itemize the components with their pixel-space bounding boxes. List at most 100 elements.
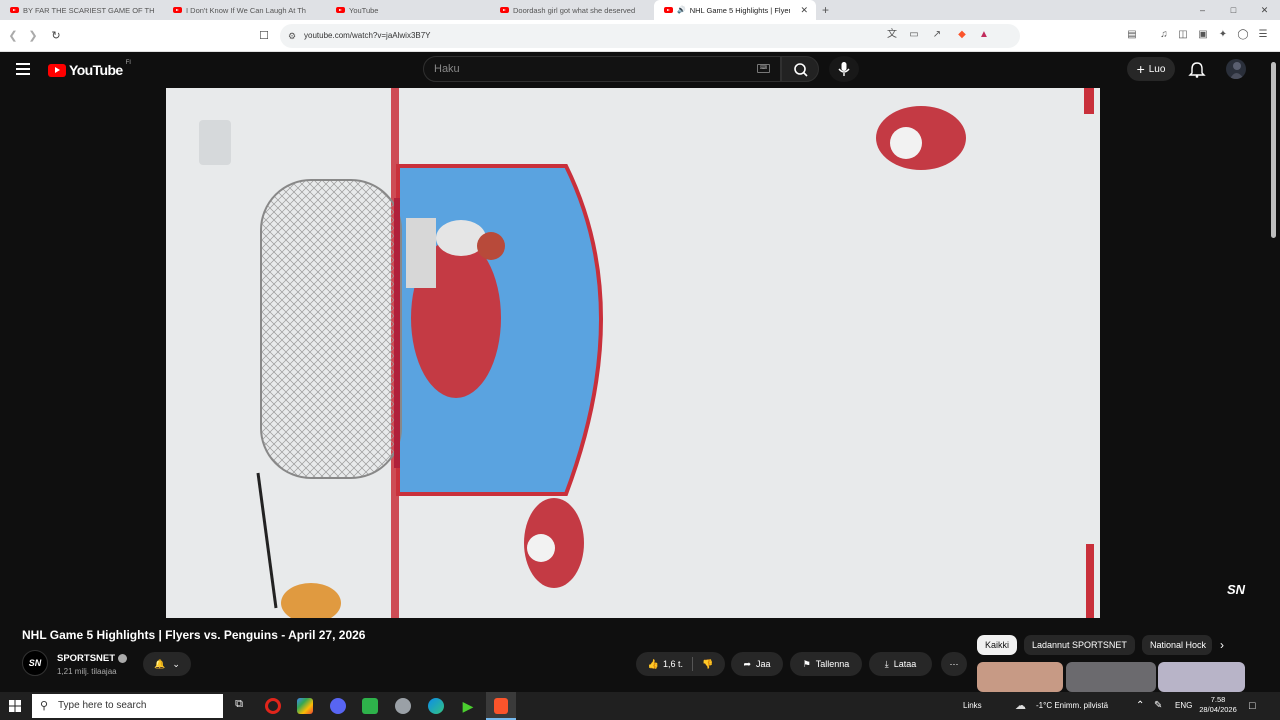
browser-tab[interactable]: I Don't Know If We Can Laugh At Th xyxy=(163,0,326,20)
notifications-bell-icon[interactable] xyxy=(1188,60,1206,78)
new-tab-button[interactable]: + xyxy=(822,3,829,17)
tab-label: NHL Game 5 Highlights | Flyers xyxy=(689,5,791,15)
youtube-favicon-icon xyxy=(500,7,509,13)
subscriber-count: 1,21 milj. tilaajaa xyxy=(57,667,117,676)
channel-avatar[interactable]: SN xyxy=(22,650,48,676)
microphone-icon xyxy=(838,62,850,76)
wallet-icon[interactable]: ▣ xyxy=(1195,26,1211,44)
bookmark-icon[interactable]: ☐ xyxy=(254,29,274,42)
download-label: Lataa xyxy=(893,659,917,669)
chip-national-hockey[interactable]: National Hock xyxy=(1142,635,1212,655)
download-button[interactable]: ⤓ Lataa xyxy=(869,652,932,676)
share-label: Jaa xyxy=(756,659,771,669)
youtube-logo[interactable]: YouTube FI xyxy=(48,60,131,78)
task-view-icon[interactable]: ⧉ xyxy=(231,698,247,714)
search-input[interactable]: Haku ⌨ xyxy=(423,56,781,82)
cast-icon[interactable]: ▭ xyxy=(906,26,922,44)
minimize-icon[interactable]: – xyxy=(1187,0,1218,20)
browser-tab-bar: BY FAR THE SCARIEST GAME OF THE I Don't … xyxy=(0,0,1280,20)
share-page-icon[interactable]: ↗ xyxy=(929,26,945,44)
chevron-up-icon[interactable]: ⌃ xyxy=(1136,692,1144,720)
green-app-icon[interactable] xyxy=(362,698,378,714)
tab-label: YouTube xyxy=(349,5,379,15)
close-tab-icon[interactable]: ✕ xyxy=(800,5,808,16)
vpn-icon[interactable]: ◯ xyxy=(1235,26,1251,44)
chip-uploaded-by[interactable]: Ladannut SPORTSNET xyxy=(1024,635,1135,655)
chip-all[interactable]: Kaikki xyxy=(977,635,1018,655)
chevron-down-icon: ⌄ xyxy=(172,658,180,669)
speaker-icon: 🔊 xyxy=(677,7,686,14)
media-icon[interactable]: ♫ xyxy=(1156,26,1172,44)
notification-center-icon[interactable]: □ xyxy=(1249,692,1256,720)
clock[interactable]: 7.58 28/04/2026 xyxy=(1196,695,1240,715)
channel-name[interactable]: SPORTSNET xyxy=(57,653,115,664)
save-label: Tallenna xyxy=(815,659,850,669)
voice-search-button[interactable] xyxy=(829,56,859,82)
create-button[interactable]: + Luo xyxy=(1127,57,1175,81)
chevron-right-icon[interactable]: › xyxy=(1220,638,1224,652)
weather-text[interactable]: -1°C Enimm. pilvistä xyxy=(1036,692,1108,720)
clock-time: 7.58 xyxy=(1210,695,1226,704)
thumbs-down-icon[interactable]: 👎 xyxy=(702,659,713,670)
tab-label: I Don't Know If We Can Laugh At Th xyxy=(186,5,306,15)
search-button[interactable] xyxy=(781,56,819,82)
opera-icon[interactable] xyxy=(265,698,281,714)
play-app-icon[interactable]: ▶ xyxy=(460,698,476,714)
taskbar-search-input[interactable]: ⚲ Type here to search xyxy=(32,694,223,718)
windows-logo-icon xyxy=(9,700,21,712)
translate-icon[interactable]: 文 xyxy=(884,26,900,44)
plus-icon: + xyxy=(1136,61,1145,77)
browser-tab[interactable]: YouTube xyxy=(326,0,490,20)
youtube-favicon-icon xyxy=(173,7,182,13)
forward-icon[interactable]: ❯ xyxy=(23,29,43,42)
reload-icon[interactable]: ↻ xyxy=(46,29,66,42)
download-icon: ⤓ xyxy=(884,658,889,669)
subscribed-button[interactable]: 🔔 ⌄ xyxy=(143,652,191,676)
extensions-icon[interactable]: ✦ xyxy=(1215,26,1231,44)
app-icon[interactable] xyxy=(297,698,313,714)
browser-tab[interactable]: Doordash girl got what she deserved xyxy=(490,0,654,20)
discord-icon[interactable] xyxy=(330,698,346,714)
page-scrollbar[interactable] xyxy=(1268,52,1280,692)
video-title: NHL Game 5 Highlights | Flyers vs. Pengu… xyxy=(22,628,366,642)
maximize-icon[interactable]: □ xyxy=(1218,0,1249,20)
bookmark-icon: ⚑ xyxy=(802,658,811,669)
edge-icon[interactable] xyxy=(428,698,444,714)
video-player[interactable] xyxy=(166,88,1100,618)
save-button[interactable]: ⚑ Tallenna xyxy=(790,652,862,676)
brave-taskbar-button[interactable] xyxy=(486,692,516,720)
brave-rewards-icon[interactable]: ▲ xyxy=(976,26,992,44)
keyboard-icon[interactable]: ⌨ xyxy=(757,64,770,73)
app-icon[interactable] xyxy=(395,698,411,714)
share-button[interactable]: ➦ Jaa xyxy=(731,652,783,676)
sportsnet-watermark: SN xyxy=(1227,582,1246,597)
recommended-thumbnail[interactable] xyxy=(1158,662,1245,692)
recommended-thumbnail[interactable] xyxy=(1066,662,1156,692)
pen-icon[interactable]: ✎ xyxy=(1154,692,1162,720)
browser-tab-active[interactable]: 🔊 NHL Game 5 Highlights | Flyers ✕ xyxy=(654,0,816,20)
browser-tab[interactable]: BY FAR THE SCARIEST GAME OF THE xyxy=(0,0,163,20)
recommended-thumbnail[interactable] xyxy=(977,662,1063,692)
account-avatar[interactable] xyxy=(1226,59,1246,79)
logo-text: YouTube xyxy=(69,62,123,78)
windows-start-icon[interactable] xyxy=(0,692,30,720)
reader-icon[interactable]: ▤ xyxy=(1124,26,1140,44)
like-button[interactable]: 👍 1,6 t. xyxy=(648,659,683,670)
input-language[interactable]: ENG xyxy=(1175,692,1192,720)
recommended-thumbnails xyxy=(977,662,1245,692)
country-code: FI xyxy=(125,60,131,66)
search-icon: ⚲ xyxy=(40,700,49,712)
close-window-icon[interactable]: ✕ xyxy=(1249,0,1280,20)
hamburger-menu-icon[interactable] xyxy=(16,63,30,75)
share-icon: ➦ xyxy=(743,658,752,669)
site-info-icon[interactable]: ⚙ xyxy=(288,24,296,48)
browser-menu-icon[interactable]: ☰ xyxy=(1255,26,1271,44)
bell-icon: 🔔 xyxy=(154,658,166,669)
more-horizontal-icon: ⋯ xyxy=(949,658,959,669)
like-count: 1,6 t. xyxy=(662,659,683,669)
links-toolbar[interactable]: Links xyxy=(963,692,982,720)
more-actions-button[interactable]: ⋯ xyxy=(941,652,967,676)
brave-shields-icon[interactable]: ◆ xyxy=(954,26,970,44)
back-icon[interactable]: ❮ xyxy=(3,29,23,42)
sidebar-icon[interactable]: ◫ xyxy=(1175,26,1191,44)
